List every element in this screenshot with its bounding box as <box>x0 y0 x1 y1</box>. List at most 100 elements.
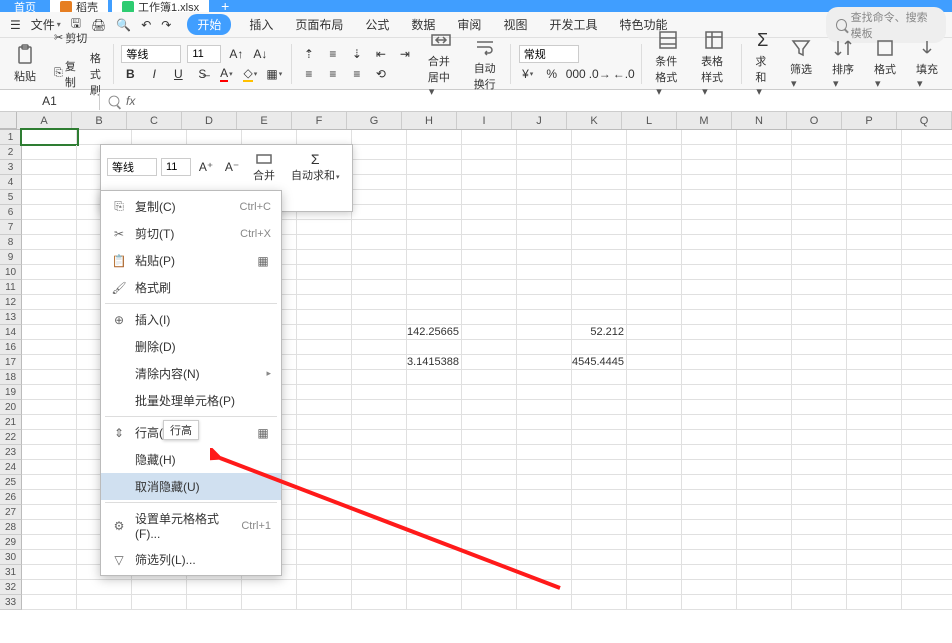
cell-I32[interactable] <box>462 580 517 594</box>
row-header-8[interactable]: 8 <box>0 235 22 250</box>
cell-I13[interactable] <box>462 310 517 324</box>
align-mid[interactable]: ≡ <box>324 45 342 63</box>
cell-P26[interactable] <box>847 490 902 504</box>
row-header-18[interactable]: 18 <box>0 370 22 385</box>
row-header-29[interactable]: 29 <box>0 535 22 550</box>
cell-K6[interactable] <box>572 205 627 219</box>
cell-J21[interactable] <box>517 415 572 429</box>
cell-I25[interactable] <box>462 475 517 489</box>
cell-P2[interactable] <box>847 145 902 159</box>
cell-J2[interactable] <box>517 145 572 159</box>
cell-G6[interactable] <box>352 205 407 219</box>
cell-P3[interactable] <box>847 160 902 174</box>
cell-L8[interactable] <box>627 235 682 249</box>
cell-O12[interactable] <box>792 295 847 309</box>
cell-H11[interactable] <box>407 280 462 294</box>
cell-P10[interactable] <box>847 265 902 279</box>
cell-A17[interactable] <box>22 355 77 369</box>
cell-J28[interactable] <box>517 520 572 534</box>
cell-F27[interactable] <box>297 505 352 519</box>
cell-Q2[interactable] <box>902 145 952 159</box>
row-header-27[interactable]: 27 <box>0 505 22 520</box>
cell-L17[interactable] <box>627 355 682 369</box>
cell-I29[interactable] <box>462 535 517 549</box>
cell-P12[interactable] <box>847 295 902 309</box>
cell-F19[interactable] <box>297 385 352 399</box>
cell-H3[interactable] <box>407 160 462 174</box>
cell-K9[interactable] <box>572 250 627 264</box>
tab-daoqiao[interactable]: 稻壳 <box>50 0 108 12</box>
cell-Q13[interactable] <box>902 310 952 324</box>
cell-A24[interactable] <box>22 460 77 474</box>
cell-G18[interactable] <box>352 370 407 384</box>
cell-Q17[interactable] <box>902 355 952 369</box>
cell-J11[interactable] <box>517 280 572 294</box>
cell-A33[interactable] <box>22 595 77 609</box>
italic-button[interactable]: I <box>145 65 163 83</box>
cell-J25[interactable] <box>517 475 572 489</box>
cell-A19[interactable] <box>22 385 77 399</box>
cell-L7[interactable] <box>627 220 682 234</box>
cell-M7[interactable] <box>682 220 737 234</box>
cell-K20[interactable] <box>572 400 627 414</box>
row-header-9[interactable]: 9 <box>0 250 22 265</box>
col-header-C[interactable]: C <box>127 112 182 129</box>
new-tab-button[interactable]: + <box>213 0 237 12</box>
cell-N11[interactable] <box>737 280 792 294</box>
cell-M23[interactable] <box>682 445 737 459</box>
cell-F10[interactable] <box>297 265 352 279</box>
cell-N24[interactable] <box>737 460 792 474</box>
cell-F20[interactable] <box>297 400 352 414</box>
cell-L18[interactable] <box>627 370 682 384</box>
cell-Q27[interactable] <box>902 505 952 519</box>
col-header-N[interactable]: N <box>732 112 787 129</box>
tab-view[interactable]: 视图 <box>499 14 531 35</box>
cell-P24[interactable] <box>847 460 902 474</box>
cell-I11[interactable] <box>462 280 517 294</box>
dec-dec[interactable]: ←.0 <box>615 65 633 83</box>
cell-K11[interactable] <box>572 280 627 294</box>
cell-L10[interactable] <box>627 265 682 279</box>
mini-font-size[interactable] <box>161 158 191 176</box>
cell-P16[interactable] <box>847 340 902 354</box>
cell-D1[interactable] <box>187 130 242 144</box>
cell-K22[interactable] <box>572 430 627 444</box>
cell-N9[interactable] <box>737 250 792 264</box>
cell-P21[interactable] <box>847 415 902 429</box>
cell-N21[interactable] <box>737 415 792 429</box>
cell-J29[interactable] <box>517 535 572 549</box>
cell-K14[interactable]: 52.212 <box>572 325 627 339</box>
cell-A16[interactable] <box>22 340 77 354</box>
cell-F12[interactable] <box>297 295 352 309</box>
cell-G17[interactable] <box>352 355 407 369</box>
cell-M16[interactable] <box>682 340 737 354</box>
dec-inc[interactable]: .0→ <box>591 65 609 83</box>
cell-P30[interactable] <box>847 550 902 564</box>
cell-I31[interactable] <box>462 565 517 579</box>
col-header-Q[interactable]: Q <box>897 112 952 129</box>
cell-J4[interactable] <box>517 175 572 189</box>
cell-K28[interactable] <box>572 520 627 534</box>
cell-H31[interactable] <box>407 565 462 579</box>
cell-N19[interactable] <box>737 385 792 399</box>
ctx-brush[interactable]: 🖌格式刷 <box>101 274 281 301</box>
row-header-20[interactable]: 20 <box>0 400 22 415</box>
cell-K23[interactable] <box>572 445 627 459</box>
cell-N23[interactable] <box>737 445 792 459</box>
cell-F22[interactable] <box>297 430 352 444</box>
cell-G7[interactable] <box>352 220 407 234</box>
col-header-O[interactable]: O <box>787 112 842 129</box>
cell-L22[interactable] <box>627 430 682 444</box>
row-header-6[interactable]: 6 <box>0 205 22 220</box>
cell-P17[interactable] <box>847 355 902 369</box>
ctx-delete[interactable]: 删除(D) <box>101 333 281 360</box>
copy-button[interactable]: ⎘ 复制 <box>50 57 80 91</box>
cell-K31[interactable] <box>572 565 627 579</box>
row-header-25[interactable]: 25 <box>0 475 22 490</box>
cell-N32[interactable] <box>737 580 792 594</box>
cell-A4[interactable] <box>22 175 77 189</box>
cell-Q16[interactable] <box>902 340 952 354</box>
redo-icon[interactable]: ↷ <box>157 16 175 34</box>
cell-F8[interactable] <box>297 235 352 249</box>
tab-insert[interactable]: 插入 <box>245 14 277 35</box>
